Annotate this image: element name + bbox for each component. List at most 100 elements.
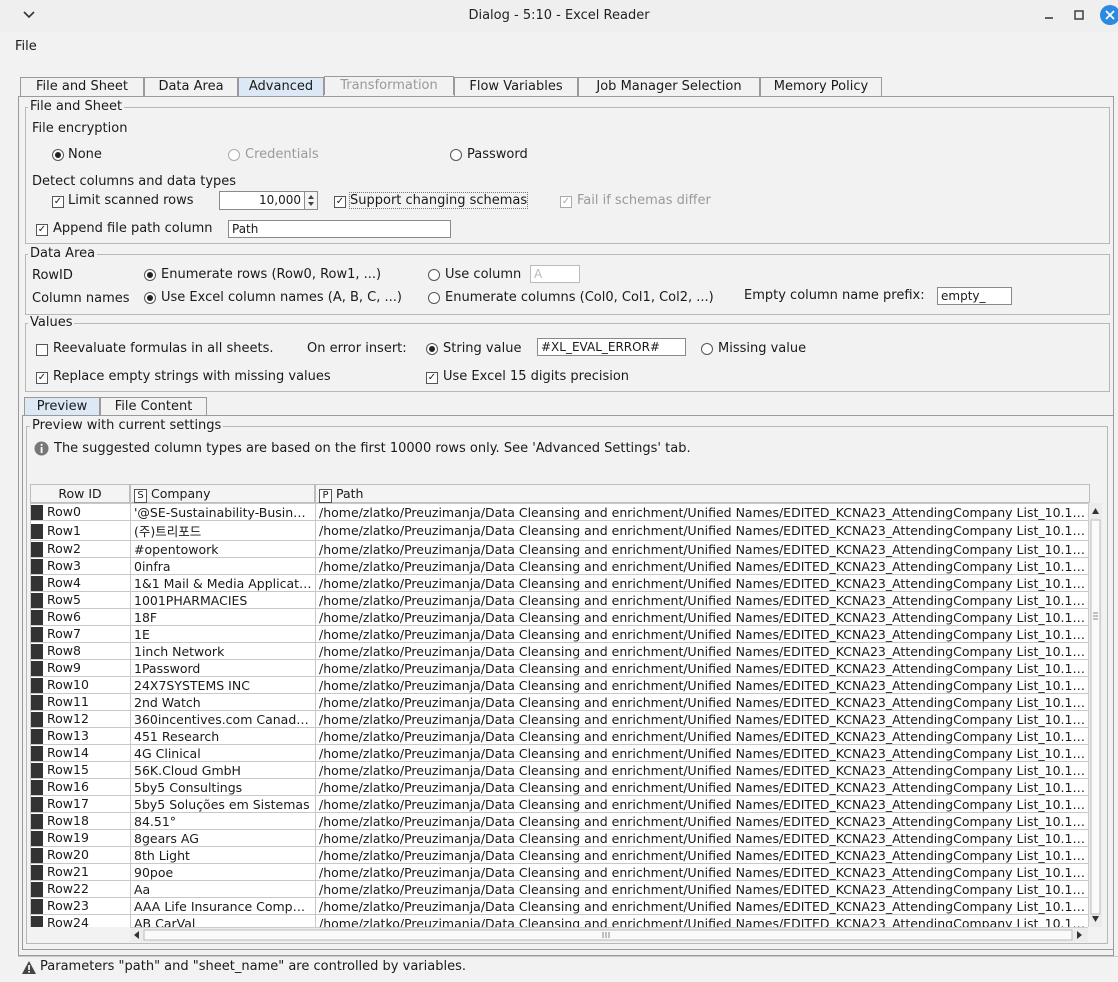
table-row[interactable]: Row11 2nd Watch/home/zlatko/Preuzimanja/D… [30,693,1088,711]
table-row[interactable]: Row9 1Password/home/zlatko/Preuzimanja/Da… [30,659,1088,677]
table-row[interactable]: Row4 1&1 Mail & Media Applicati.../home/z… [30,574,1088,592]
encryption-none-label[interactable]: None [68,147,102,162]
replace-empty-checkbox[interactable]: ✓ [36,372,48,384]
row-id-cell: Row14 [30,744,131,762]
string-value-label[interactable]: String value [443,341,521,356]
table-row[interactable]: Row3 0infra/home/zlatko/Preuzimanja/Data … [30,557,1088,575]
tab-data-area[interactable]: Data Area [144,77,238,96]
minimize-icon[interactable] [1042,8,1056,22]
table-row[interactable]: Row14 4G Clinical/home/zlatko/Preuzimanja… [30,744,1088,762]
enumerate-rows-label[interactable]: Enumerate rows (Row0, Row1, ...) [161,267,381,282]
company-cell: 84.51° [130,812,316,830]
limit-rows-input[interactable]: 10,000 [219,191,305,210]
row-id-text: Row12 [47,711,89,727]
column-header-rowid[interactable]: Row ID [30,484,130,503]
vertical-scrollbar[interactable] [1088,503,1102,927]
append-path-checkbox[interactable]: ✓ [36,224,48,236]
table-row[interactable]: Row15 56K.Cloud GmbH/home/zlatko/Preuzima… [30,761,1088,779]
tab-file-and-sheet[interactable]: File and Sheet [20,77,144,96]
company-cell: 1001PHARMACIES [130,591,316,609]
table-row[interactable]: Row2 #opentowork/home/zlatko/Preuzimanja/… [30,540,1088,558]
append-path-label[interactable]: Append file path column [53,221,213,236]
row-marker [31,797,43,812]
column-header-rowid-label: Row ID [58,486,102,501]
error-string-input[interactable]: #XL_EVAL_ERROR# [537,338,686,356]
company-cell: 18F [130,608,316,626]
table-row[interactable]: Row22 Aa/home/zlatko/Preuzimanja/Data Cle… [30,880,1088,898]
path-column-input[interactable]: Path [228,220,451,238]
missing-value-label[interactable]: Missing value [718,341,806,356]
company-cell: 360incentives.com Canada... [130,710,316,728]
horizontal-scrollbar[interactable] [130,927,1088,942]
table-row[interactable]: Row5 1001PHARMACIES/home/zlatko/Preuziman… [30,591,1088,609]
row-id-cell: Row19 [30,829,131,847]
missing-value-radio[interactable] [701,343,713,355]
row-id-text: Row11 [47,694,89,710]
row-marker [31,899,43,914]
detect-columns-label: Detect columns and data types [32,174,237,189]
limit-rows-checkbox[interactable]: ✓ [52,196,64,208]
reevaluate-checkbox[interactable] [36,344,48,356]
row-marker [31,593,43,608]
fail-schemas-checkbox: ✓ [560,196,572,208]
table-row[interactable]: Row18 84.51°/home/zlatko/Preuzimanja/Data… [30,812,1088,830]
table-row[interactable]: Row17 5by5 Soluções em Sistemas/home/zlat… [30,795,1088,813]
table-row[interactable]: Row23 AAA Life Insurance Company/home/zla… [30,897,1088,915]
enumerate-columns-radio[interactable] [428,292,440,304]
menu-file[interactable]: File [15,39,37,54]
tab-file-content[interactable]: File Content [100,397,207,416]
replace-empty-label[interactable]: Replace empty strings with missing value… [53,369,331,384]
encryption-password-label[interactable]: Password [467,147,528,162]
tab-job-manager-selection[interactable]: Job Manager Selection [578,77,760,96]
table-row[interactable]: Row6 18F/home/zlatko/Preuzimanja/Data Cle… [30,608,1088,626]
excel15-label[interactable]: Use Excel 15 digits precision [443,369,629,384]
use-column-radio[interactable] [428,269,440,281]
maximize-icon[interactable] [1072,8,1086,22]
tab-memory-policy[interactable]: Memory Policy [760,77,882,96]
table-row[interactable]: Row13 451 Research/home/zlatko/Preuzimanj… [30,727,1088,745]
use-excel-names-radio[interactable] [144,292,156,304]
table-row[interactable]: Row10 24X7SYSTEMS INC/home/zlatko/Preuzim… [30,676,1088,694]
row-marker [31,542,43,557]
enumerate-columns-label[interactable]: Enumerate columns (Col0, Col1, Col2, ...… [445,290,714,305]
use-excel-names-label[interactable]: Use Excel column names (A, B, C, ...) [161,290,402,305]
tab-advanced[interactable]: Advanced [238,77,324,96]
tab-preview[interactable]: Preview [24,397,100,416]
column-header-path[interactable]: P Path [315,484,1090,503]
table-row[interactable]: Row24 AB CarVal/home/zlatko/Preuzimanja/D… [30,914,1088,927]
row-id-cell: Row11 [30,693,131,711]
empty-prefix-input[interactable]: empty_ [937,287,1012,305]
excel15-checkbox[interactable]: ✓ [426,372,438,384]
rowid-label: RowID [32,268,73,283]
tab-flow-variables[interactable]: Flow Variables [454,77,578,96]
encryption-none-radio[interactable] [52,149,64,161]
column-header-company[interactable]: S Company [130,484,315,503]
enumerate-rows-radio[interactable] [144,269,156,281]
row-id-cell: Row23 [30,897,131,915]
table-row[interactable]: Row1 (주)트리포드/home/zlatko/Preuzimanja/Data… [30,520,1088,541]
table-row[interactable]: Row8 1inch Network/home/zlatko/Preuzimanj… [30,642,1088,660]
reevaluate-label[interactable]: Reevaluate formulas in all sheets. [53,341,274,356]
row-id-text: Row20 [47,847,89,863]
preview-table: Row0 '@SE-Sustainability-Business/home/zl… [30,503,1088,927]
table-row[interactable]: Row7 1E/home/zlatko/Preuzimanja/Data Clea… [30,625,1088,643]
table-row[interactable]: Row16 5by5 Consultings/home/zlatko/Preuzi… [30,778,1088,796]
row-id-text: Row15 [47,762,89,778]
row-id-cell: Row22 [30,880,131,898]
path-cell: /home/zlatko/Preuzimanja/Data Cleansing … [315,914,1088,927]
table-row[interactable]: Row21 90poe/home/zlatko/Preuzimanja/Data … [30,863,1088,881]
string-value-radio[interactable] [426,343,438,355]
support-schemas-label[interactable]: Support changing schemas [348,192,529,209]
path-cell: /home/zlatko/Preuzimanja/Data Cleansing … [315,625,1088,643]
table-row[interactable]: Row19 8gears AG/home/zlatko/Preuzimanja/D… [30,829,1088,847]
support-schemas-checkbox[interactable]: ✓ [334,196,346,208]
limit-rows-spinner[interactable] [304,191,318,210]
limit-rows-label[interactable]: Limit scanned rows [68,193,194,208]
use-column-label[interactable]: Use column [445,267,521,282]
table-row[interactable]: Row12 360incentives.com Canada.../home/zl… [30,710,1088,728]
company-cell: '@SE-Sustainability-Business [130,503,316,521]
close-icon[interactable] [1100,5,1118,25]
encryption-password-radio[interactable] [450,149,462,161]
table-row[interactable]: Row0 '@SE-Sustainability-Business/home/zl… [30,503,1088,521]
table-row[interactable]: Row20 8th Light/home/zlatko/Preuzimanja/D… [30,846,1088,864]
